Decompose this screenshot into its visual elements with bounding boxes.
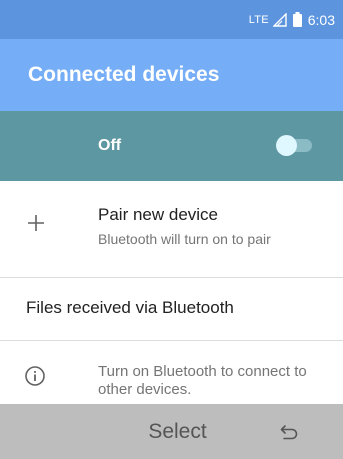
bluetooth-toggle-switch[interactable]: [276, 135, 312, 156]
status-bar: LTE 6:03: [0, 0, 343, 39]
bluetooth-state-label: Off: [98, 137, 122, 154]
pair-new-device-item[interactable]: Pair new device Bluetooth will turn on t…: [0, 189, 343, 269]
battery-icon: [292, 12, 302, 27]
bluetooth-info-item: Turn on Bluetooth to connect to other de…: [0, 343, 343, 403]
pair-new-device-title: Pair new device: [98, 205, 219, 224]
divider: [0, 340, 343, 341]
back-icon[interactable]: [280, 424, 298, 440]
switch-thumb: [276, 135, 297, 156]
bluetooth-info-text: Turn on Bluetooth to connect to other de…: [98, 363, 307, 398]
signal-icon: [272, 12, 287, 27]
softkey-bar: Select: [0, 404, 343, 459]
select-softkey-label: Select: [148, 419, 207, 443]
files-received-title: Files received via Bluetooth: [26, 298, 234, 317]
files-received-item[interactable]: Files received via Bluetooth: [0, 282, 343, 338]
app-bar: Connected devices: [0, 39, 343, 111]
pair-new-device-subtitle: Bluetooth will turn on to pair: [98, 231, 271, 247]
network-type-label: LTE: [248, 13, 269, 26]
info-icon: [25, 366, 45, 386]
page-title: Connected devices: [28, 63, 220, 86]
clock: 6:03: [307, 11, 335, 28]
plus-icon: [28, 215, 44, 231]
bluetooth-toggle-row[interactable]: Off: [0, 111, 343, 181]
divider: [0, 277, 343, 278]
